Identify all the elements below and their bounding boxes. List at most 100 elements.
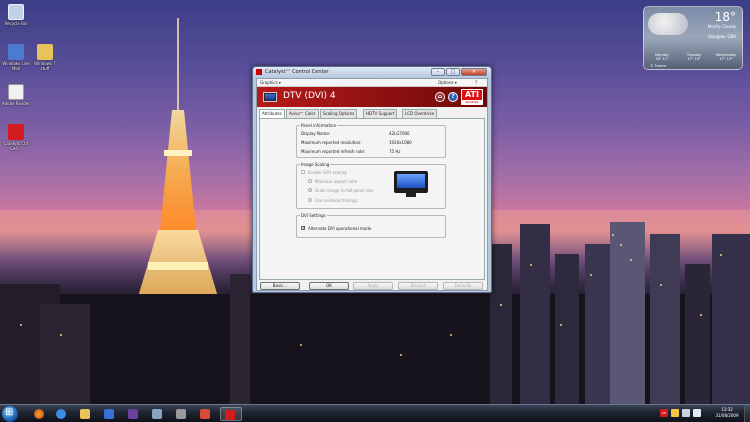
graphics-menu[interactable]: Graphics ▾	[260, 80, 281, 85]
discard-button[interactable]: Discard	[398, 282, 438, 290]
desktop-icon-label: Recycle Bin	[4, 21, 28, 26]
dvi-settings-group: DVI Settings ✓ Alternate DVI operational…	[296, 213, 446, 238]
maintain-aspect-label: Maintain aspect ratio	[315, 179, 358, 184]
ati-logo-text: ATI	[462, 90, 482, 100]
start-button[interactable]	[2, 406, 18, 422]
forecast-day: Wednesday 17° 13°	[711, 53, 741, 61]
max-resolution-value: 1920x1080	[389, 140, 412, 145]
taskbar-firefox[interactable]	[30, 407, 48, 421]
window-client: Graphics ▾ Options ▾ ? DTV (DVI) 4 ⌂ ? A…	[256, 78, 488, 291]
apply-button[interactable]: Apply	[353, 282, 393, 290]
taskbar-media-player[interactable]	[100, 407, 118, 421]
cloud-icon	[648, 13, 688, 35]
forecast-day: Tuesday 17° 10°	[679, 53, 709, 61]
system-tray: ATI	[660, 409, 701, 417]
taskbar: ATI 13:32 31/08/2009	[0, 404, 750, 422]
max-refresh-label: Maximum reported refresh rate:	[301, 149, 366, 154]
firefox-icon	[34, 409, 44, 419]
group-title: Image Scaling	[300, 162, 331, 167]
display-name-label: Display Name:	[301, 131, 331, 136]
scale-full-panel-radio[interactable]	[308, 188, 312, 192]
button-bar: Basic... OK Apply Discard Defaults	[257, 282, 487, 292]
taskbar-tools[interactable]	[172, 407, 190, 421]
taskbar-explorer[interactable]	[76, 407, 94, 421]
tv-preview-icon	[394, 171, 428, 199]
tab-scaling-options[interactable]: Scaling Options	[320, 109, 358, 118]
desktop: Recycle Bin Windows Live Mail Windows 7 …	[0, 0, 750, 404]
volume-icon[interactable]	[693, 409, 701, 417]
taskbar-internet-explorer[interactable]	[52, 407, 70, 421]
defaults-button[interactable]: Defaults	[443, 282, 483, 290]
tab-hdtv-support[interactable]: HDTV Support	[363, 109, 398, 118]
scale-full-panel-label: Scale image to full panel size	[315, 188, 374, 193]
help-menu-icon[interactable]: ?	[475, 80, 477, 85]
weather-location: Glasgow, GBR	[707, 34, 736, 39]
home-button[interactable]: ⌂	[435, 92, 445, 102]
forecast-low: 13°	[726, 57, 733, 61]
desktop-icon-windows-live-mail[interactable]: Windows Live Mail	[1, 44, 31, 71]
network-icon	[152, 409, 162, 419]
alternate-dvi-label: Alternate DVI operational mode	[308, 226, 372, 231]
document-icon	[8, 84, 24, 100]
weather-source[interactable]: © Foreca	[650, 64, 666, 68]
desktop-icon-label: Windows Live Mail	[2, 61, 30, 71]
display-icon	[263, 92, 277, 102]
title-bar[interactable]: Catalyst™ Control Center – □ ✕	[253, 67, 491, 78]
show-desktop-button[interactable]	[744, 405, 750, 422]
alternate-dvi-checkbox[interactable]: ✓	[301, 225, 306, 231]
display-name-value: 42LG7000	[389, 131, 410, 136]
clock-date: 31/08/2009	[715, 413, 739, 418]
snipping-icon	[200, 409, 210, 419]
basic-button[interactable]: Basic...	[260, 282, 300, 290]
taskbar-clock[interactable]: 13:32 31/08/2009	[712, 407, 742, 419]
enable-gpu-scaling-label: Enable GPU scaling	[308, 170, 347, 175]
options-menu[interactable]: Options ▾	[438, 80, 457, 85]
maintain-aspect-radio[interactable]	[308, 179, 312, 183]
group-title: DVI Settings	[300, 213, 327, 218]
tools-icon	[176, 409, 186, 419]
forecast-high: 17°	[719, 57, 726, 61]
network-tray-icon[interactable]	[682, 409, 690, 417]
centered-timings-label: Use centered timings	[315, 198, 358, 203]
help-button[interactable]: ?	[448, 92, 458, 102]
max-resolution-label: Maximum reported resolution:	[301, 140, 362, 145]
taskbar-media-center[interactable]	[124, 407, 142, 421]
forecast-low: 10°	[694, 57, 701, 61]
weather-gadget[interactable]: 18° Mostly Cloudy Glasgow, GBR Monday 18…	[643, 6, 743, 70]
panel-information-group: Panel information Display Name: 42LG7000…	[296, 123, 446, 158]
image-scaling-group: Image Scaling Enable GPU scaling Maintai…	[296, 162, 446, 209]
forecast-high: 18°	[655, 57, 662, 61]
maximize-button[interactable]: □	[446, 68, 460, 76]
ati-radeon-logo: ATI RADEON GRAPHICS	[460, 88, 484, 108]
tv-stand	[406, 193, 416, 197]
desktop-icon-windows-7-stuff[interactable]: Windows 7 stuff	[30, 44, 60, 71]
flag-icon[interactable]	[671, 409, 679, 417]
group-title: Panel information	[300, 123, 338, 128]
desktop-icon-adobe-reader[interactable]: Adobe Reader	[1, 84, 31, 106]
forecast-high: 17°	[687, 57, 694, 61]
close-button[interactable]: ✕	[461, 68, 487, 76]
desktop-icon-label: Windows 7 stuff	[34, 61, 56, 71]
centered-timings-radio[interactable]	[308, 198, 312, 202]
page-title: DTV (DVI) 4	[283, 91, 336, 101]
tab-avivo-color[interactable]: Avivo™ Color	[286, 109, 319, 118]
tab-lcd-overdrive[interactable]: LCD Overdrive	[402, 109, 438, 118]
weather-temperature: 18°	[714, 10, 736, 24]
menu-bar: Graphics ▾ Options ▾ ?	[257, 79, 487, 87]
media-player-icon	[104, 409, 114, 419]
media-center-icon	[128, 409, 138, 419]
desktop-icon-recycle-bin[interactable]: Recycle Bin	[1, 4, 31, 26]
ati-tray-icon[interactable]: ATI	[660, 409, 668, 417]
minimize-button[interactable]: –	[431, 68, 445, 76]
windows-live-mail-icon	[8, 44, 24, 60]
taskbar-catalyst[interactable]	[220, 407, 242, 421]
enable-gpu-scaling-checkbox[interactable]	[301, 170, 305, 174]
window-title: Catalyst™ Control Center	[265, 69, 329, 75]
desktop-icon-catalyst[interactable]: Catalyst Ctrl Cen...	[1, 124, 31, 151]
folder-icon	[37, 44, 53, 60]
ati-app-icon	[256, 69, 262, 75]
taskbar-snipping[interactable]	[196, 407, 214, 421]
folder-icon	[80, 409, 90, 419]
taskbar-network[interactable]	[148, 407, 166, 421]
ok-button[interactable]: OK	[309, 282, 349, 290]
